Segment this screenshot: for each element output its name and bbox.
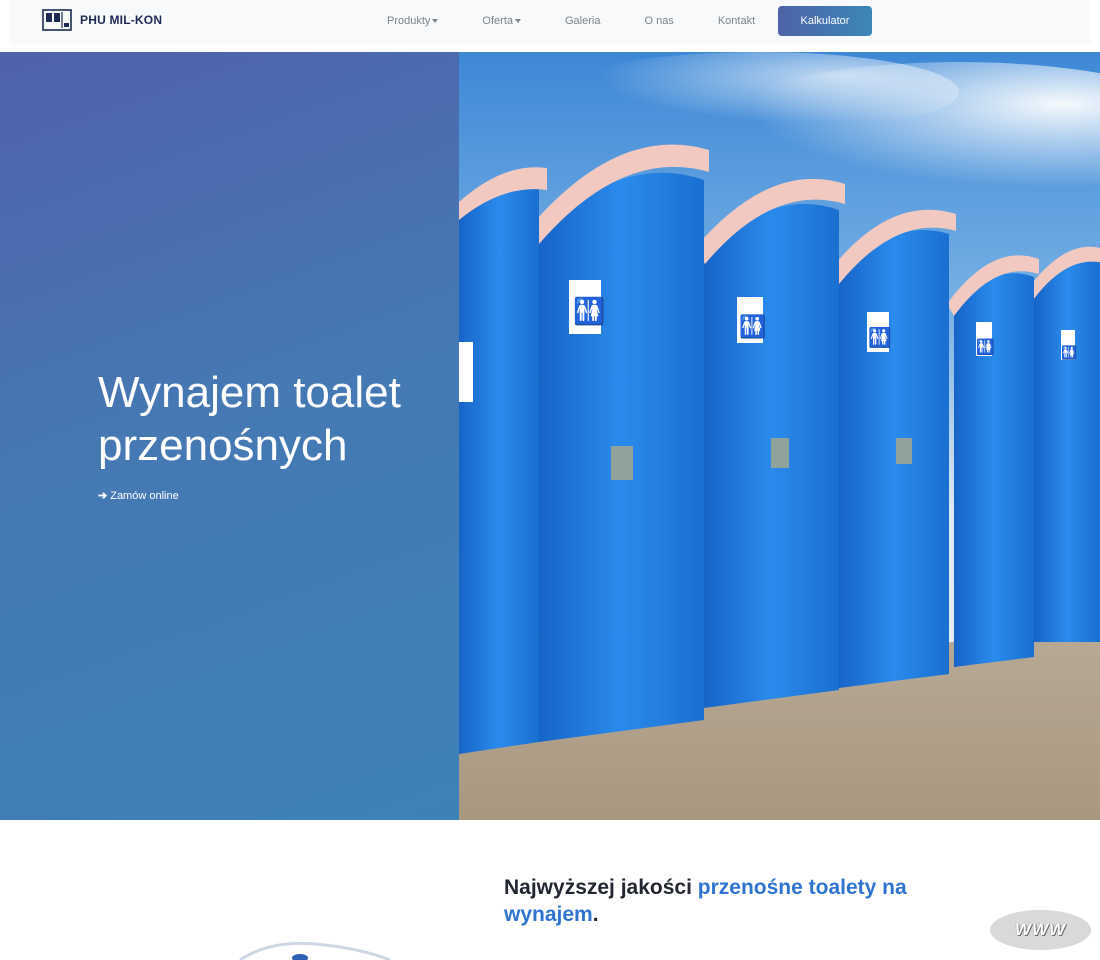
nav-item-label: Oferta <box>482 15 513 27</box>
hero-title-line1: Wynajem toalet <box>98 368 401 417</box>
main-nav: Produkty Oferta Galeria O nas Kontakt <box>365 0 777 42</box>
svg-text:🚻: 🚻 <box>739 314 766 340</box>
navbar: PHU MIL-KON Produkty Oferta Galeria O na… <box>10 0 1090 42</box>
svg-text:🚻: 🚻 <box>1061 345 1077 361</box>
section-title-prefix: Najwyższej jakości <box>504 876 698 899</box>
nav-item-oferta[interactable]: Oferta <box>460 15 543 27</box>
brand-link[interactable]: PHU MIL-KON <box>42 8 162 32</box>
hero-title: Wynajem toalet przenośnych <box>98 366 438 472</box>
nav-item-label: Kontakt <box>717 15 756 27</box>
caret-down-icon <box>515 19 521 24</box>
order-online-link[interactable]: ➔ Zamów online <box>98 489 179 503</box>
brand-name: PHU MIL-KON <box>80 13 163 27</box>
container-logo-icon <box>42 9 72 31</box>
nav-item-galeria[interactable]: Galeria <box>543 15 622 27</box>
nav-item-label: O nas <box>644 15 674 27</box>
caret-down-icon <box>432 19 439 24</box>
portable-toilets-illustration: 🚻 🚻 🚻 🚻 🚻 <box>459 52 1100 820</box>
hero-title-line2: przenośnych <box>98 421 348 470</box>
nav-item-produkty[interactable]: Produkty <box>365 15 460 27</box>
nav-item-kontakt[interactable]: Kontakt <box>696 15 777 27</box>
arrow-right-icon: ➔ <box>98 490 108 502</box>
order-online-label: Zamów online <box>110 489 179 502</box>
nav-item-label: Produkty <box>387 15 431 27</box>
kalkulator-button[interactable]: Kalkulator <box>778 6 872 36</box>
www-badge[interactable]: WWW <box>990 910 1091 950</box>
svg-text:🚻: 🚻 <box>868 326 892 349</box>
section-title: Najwyższej jakości przenośne toalety na … <box>504 874 934 928</box>
product-image <box>239 941 391 960</box>
svg-text:🚻: 🚻 <box>573 296 605 327</box>
nav-item-label: Galeria <box>565 15 601 27</box>
hero-image: 🚻 🚻 🚻 🚻 🚻 <box>459 52 1100 820</box>
nav-item-o-nas[interactable]: O nas <box>622 15 695 27</box>
section-title-suffix: . <box>592 903 599 926</box>
svg-text:🚻: 🚻 <box>976 338 995 356</box>
